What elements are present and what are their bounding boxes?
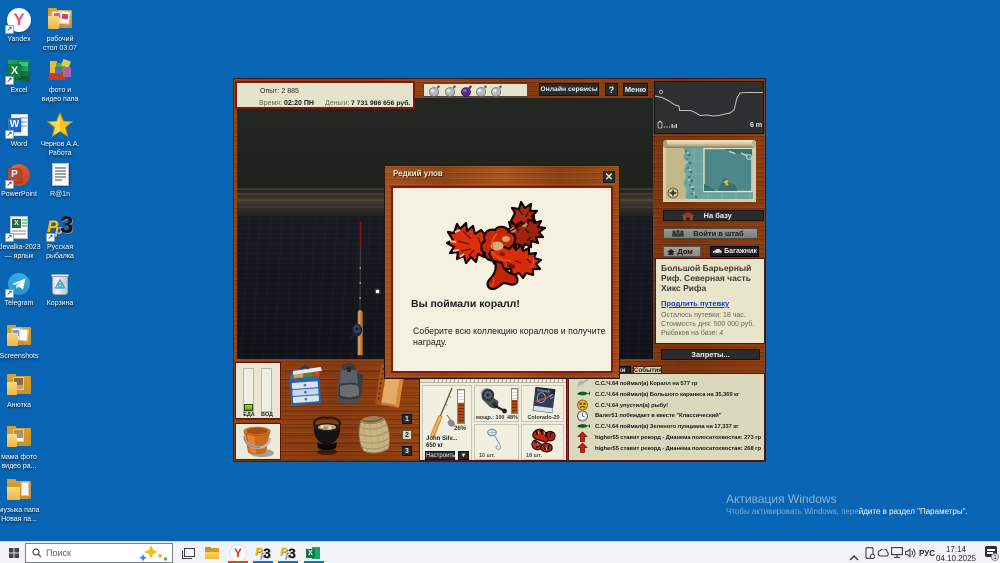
svg-text:6 m: 6 m — [750, 122, 762, 129]
